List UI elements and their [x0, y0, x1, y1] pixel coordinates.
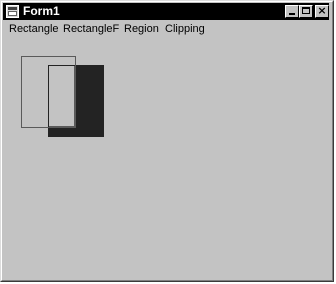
- maximize-button[interactable]: [299, 5, 313, 18]
- maximize-icon: [302, 7, 310, 14]
- menu-item-rectanglef[interactable]: RectangleF: [63, 22, 119, 36]
- client-area[interactable]: [3, 38, 329, 279]
- window-title: Form1: [23, 4, 60, 18]
- minimize-button[interactable]: [285, 5, 299, 18]
- form-window-icon[interactable]: [6, 5, 19, 18]
- menu-item-clipping[interactable]: Clipping: [165, 22, 205, 36]
- title-bar[interactable]: Form1 ×: [3, 3, 329, 20]
- menu-item-region[interactable]: Region: [124, 22, 159, 36]
- minimize-icon: [289, 13, 295, 15]
- menu-item-rectangle[interactable]: Rectangle: [9, 22, 59, 36]
- outlined-rectangle: [21, 56, 76, 128]
- close-icon: ×: [317, 4, 327, 17]
- menu-bar: Rectangle RectangleF Region Clipping: [3, 20, 329, 38]
- form-window: Form1 × Rectangle RectangleF Region Clip…: [0, 0, 334, 282]
- close-button[interactable]: ×: [315, 4, 329, 18]
